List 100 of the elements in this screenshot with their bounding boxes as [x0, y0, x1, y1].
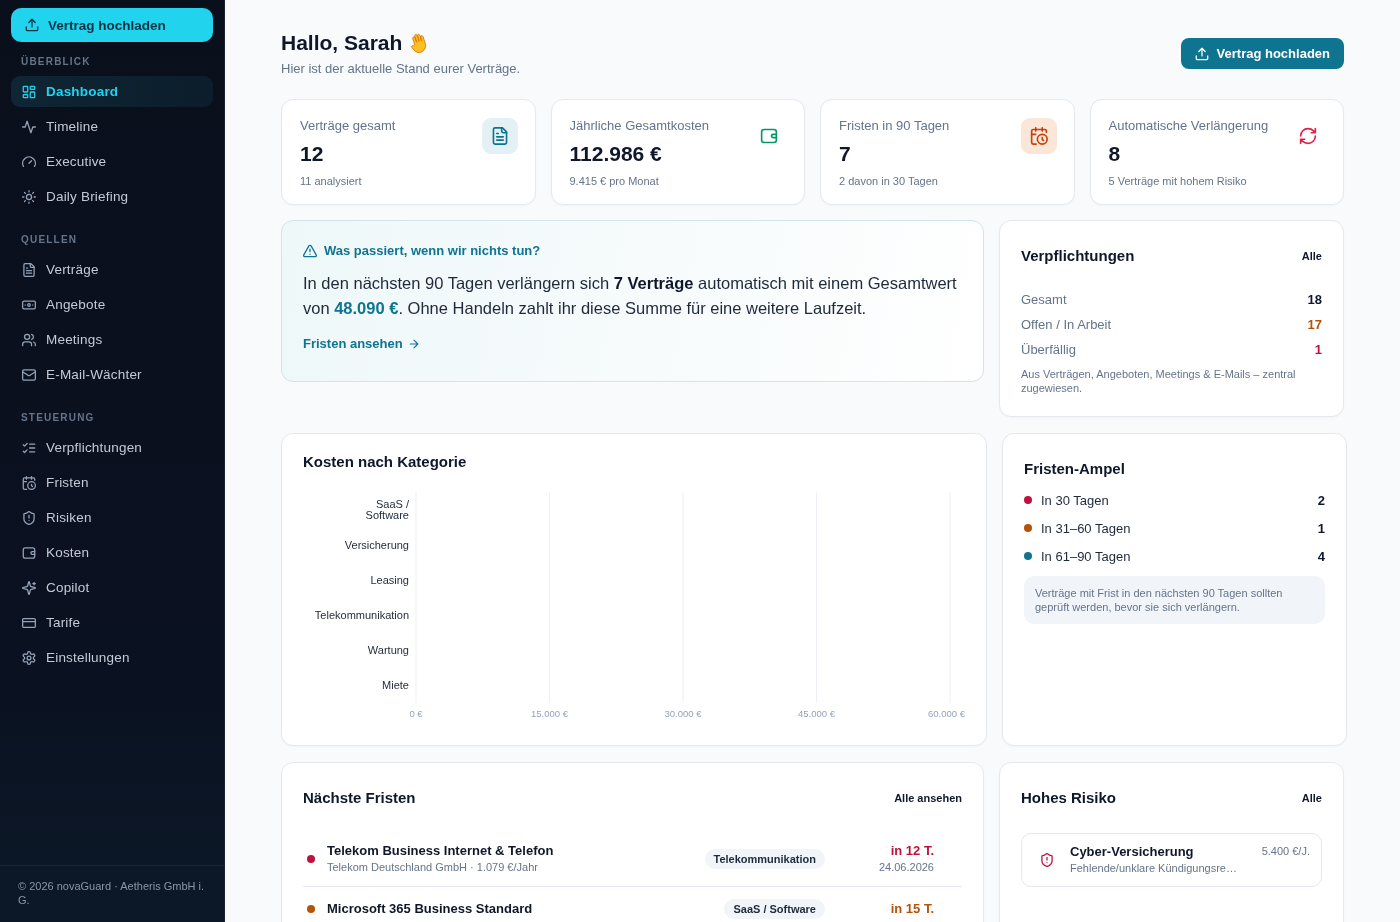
contract-name: Cyber-Versicherung: [1070, 843, 1195, 861]
nav-item[interactable]: E-Mail-Wächter: [11, 359, 213, 390]
tick-label: 45.000 €: [798, 708, 835, 719]
row-label: In 30 Tagen: [1041, 492, 1110, 508]
subtitle-text: Hier ist der aktuelle Stand eurer Verträge.: [281, 60, 521, 78]
row-label: Offen / In Arbeit: [1021, 317, 1112, 332]
refresh-icon: [1299, 127, 1317, 145]
category-label: SaaS / Software: [365, 498, 409, 522]
card-title: Kosten nach Kategorie: [303, 452, 467, 472]
nav-item[interactable]: Copilot: [11, 572, 213, 603]
people-icon: [22, 332, 36, 347]
alert-message: In den nächsten 90 Tagen verlängern sich 7 Verträge automatisch mit einem Gesamtwert von 48.090 €. Ohne Handeln zahlt ihr diese Summe für eine weitere Laufzeit.: [303, 273, 958, 319]
row-label: Überfällig: [1021, 342, 1076, 357]
settings-icon: [22, 650, 36, 665]
category-tag: Telekommunikation: [704, 848, 825, 869]
upload-button[interactable]: Vertrag hochladen: [1180, 38, 1344, 69]
stat-note: 11 analysiert: [300, 174, 363, 189]
stat-value: 112.986 €: [569, 141, 663, 167]
card-title: Fristen-Ampel: [1024, 459, 1125, 479]
stat-note: 5 Verträge mit hohem Risiko: [1108, 174, 1248, 189]
nav-item[interactable]: Verpflichtungen: [11, 432, 213, 463]
contract-detail: Telekom Deutschland GmbH · 1.079 €/Jahr: [327, 860, 539, 875]
stat-value: 12: [300, 141, 325, 167]
stat-value: 7: [839, 141, 852, 167]
nav-item[interactable]: Tarife: [11, 607, 213, 638]
stat-note: 2 davon in 30 Tagen: [839, 174, 939, 189]
category-label: Miete: [382, 679, 409, 692]
row-value: 1: [1314, 342, 1322, 357]
deadlines-link[interactable]: Fristen ansehen: [303, 335, 420, 353]
mail-icon: [22, 367, 36, 382]
arrow-right-icon: [407, 338, 420, 350]
upload-icon: [1194, 46, 1209, 61]
category-tag: SaaS / Software: [724, 899, 825, 919]
nav-item[interactable]: Angebote: [11, 289, 213, 320]
section-label: STEUERUNG: [20, 411, 96, 425]
stat-label: Fristen in 90 Tagen: [839, 117, 950, 135]
row-label: Gesamt: [1021, 292, 1067, 307]
nav-item[interactable]: Kosten: [11, 537, 213, 568]
price-text: 5.400 €/J.: [1261, 844, 1310, 859]
risk-reason: Fehlende/unklare Kündigungsre…: [1070, 861, 1238, 876]
tick-label: 60.000 €: [928, 708, 965, 719]
gauge-icon: [22, 154, 36, 169]
risk-item[interactable]: Cyber-Versicherung Fehlende/unklare Kündigungsre… 5.400 €/J.: [1021, 833, 1322, 887]
nav-item[interactable]: Daily Briefing: [11, 181, 213, 212]
stat-label: Jährliche Gesamtkosten: [569, 117, 709, 135]
view-all-link[interactable]: Alle: [1291, 781, 1332, 815]
row-count: 1: [1317, 520, 1325, 536]
document-icon: [481, 118, 518, 154]
nav-item[interactable]: Verträge: [11, 254, 213, 285]
category-label: Leasing: [370, 573, 409, 586]
sun-icon: [22, 189, 36, 204]
upload-button[interactable]: Vertrag hochladen: [11, 8, 213, 42]
shield-alert-icon: [1040, 852, 1054, 867]
view-all-link[interactable]: Alle: [1291, 239, 1332, 273]
note-text: Aus Verträgen, Angeboten, Meetings & E-Mails – zentral zugewiesen.: [1021, 367, 1297, 395]
nav-item[interactable]: Risiken: [11, 502, 213, 533]
nav-item[interactable]: Executive: [11, 146, 213, 177]
nav-item[interactable]: Fristen: [11, 467, 213, 498]
contract-name: Telekom Business Internet & Telefon: [327, 842, 555, 860]
card-title: Hohes Risiko: [1021, 788, 1117, 808]
due-text: in 12 T.: [889, 842, 934, 860]
view-all-link[interactable]: Alle ansehen: [884, 781, 972, 815]
wallet-icon: [22, 545, 36, 560]
greeting-title: Hallo, Sarah: [281, 30, 403, 56]
credit-card-icon: [22, 615, 36, 630]
category-label: Wartung: [367, 644, 409, 657]
due-date: 24.06.2026: [877, 860, 934, 875]
category-label: Versicherung: [344, 538, 409, 551]
grid-icon: [22, 84, 36, 99]
shield-alert-icon: [22, 510, 36, 525]
row-value: 17: [1307, 317, 1322, 332]
document-icon: [22, 262, 36, 277]
warning-icon: [303, 244, 317, 258]
stat-label: Verträge gesamt: [300, 117, 396, 135]
wallet-icon: [760, 127, 778, 145]
category-label: Telekommunikation: [314, 609, 409, 622]
nav-item[interactable]: Meetings: [11, 324, 213, 355]
card-title: Nächste Fristen: [303, 788, 416, 808]
alert-title-text: Was passiert, wenn wir nichts tun?: [324, 242, 541, 260]
stat-note: 9.415 € pro Monat: [569, 174, 660, 189]
row-count: 4: [1317, 548, 1325, 564]
sparkles-icon: [22, 580, 36, 595]
nav-item[interactable]: Einstellungen: [11, 642, 213, 673]
stat-label: Automatische Verlängerung: [1108, 117, 1269, 135]
hint-box: Verträge mit Frist in den nächsten 90 Tagen sollten geprüft werden, bevor sie sich verlängern.: [1024, 576, 1325, 624]
calendar-clock-icon: [1020, 118, 1057, 154]
row-count: 2: [1317, 492, 1325, 508]
upload-icon: [25, 18, 39, 32]
row-value: 18: [1307, 292, 1322, 307]
section-label: QUELLEN: [20, 233, 79, 247]
nav-item[interactable]: Dashboard: [11, 76, 213, 107]
tick-label: 0 €: [409, 708, 423, 719]
checklist-icon: [22, 440, 36, 455]
nav-item[interactable]: Timeline: [11, 111, 213, 142]
card-title: Verpflichtungen: [1021, 246, 1135, 266]
calendar-clock-icon: [22, 475, 36, 490]
copyright-text: © 2026 novaGuard · Aetheris GmbH i. G.: [18, 879, 206, 907]
row-label: In 31–60 Tagen: [1041, 520, 1132, 536]
section-label: ÜBERBLICK: [20, 55, 92, 69]
due-text: in 15 T.: [889, 900, 934, 918]
